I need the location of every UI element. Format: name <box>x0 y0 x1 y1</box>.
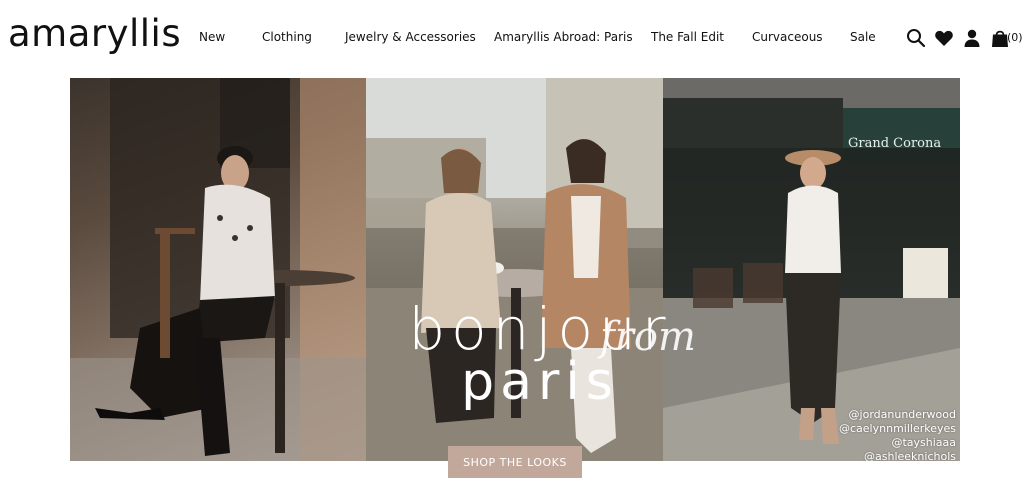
hero-credits: @jordanunderwood @caelynnmillerkeyes @ta… <box>839 408 956 461</box>
hero-photo-street-right: Grand Corona <box>663 78 960 461</box>
search-icon[interactable] <box>906 28 926 48</box>
hero-photo-cafe-left <box>70 78 366 461</box>
grand-corona-sign: Grand Corona <box>848 136 942 151</box>
credit-handle[interactable]: @jordanunderwood <box>839 408 956 422</box>
nav-item-new[interactable]: New <box>199 30 225 44</box>
nav-item-jewelry-accessories[interactable]: Jewelry & Accessories <box>345 30 476 44</box>
credit-handle[interactable]: @ashleeknichols <box>839 450 956 461</box>
credit-handle[interactable]: @caelynnmillerkeyes <box>839 422 956 436</box>
hero-banner[interactable]: Grand Corona bonjour from paris @jordanu… <box>70 78 960 461</box>
nav-item-amaryllis-abroad-paris[interactable]: Amaryllis Abroad: Paris <box>494 30 633 44</box>
nav-item-sale[interactable]: Sale <box>850 30 876 44</box>
credit-handle[interactable]: @tayshiaaa <box>839 436 956 450</box>
user-icon[interactable] <box>962 28 982 48</box>
heart-icon[interactable] <box>934 28 954 48</box>
shop-the-looks-button[interactable]: SHOP THE LOOKS <box>448 446 582 478</box>
bag-count: (0) <box>1007 31 1023 44</box>
main-nav: New Clothing Jewelry & Accessories Amary… <box>0 30 1030 48</box>
nav-item-curvaceous[interactable]: Curvaceous <box>752 30 823 44</box>
nav-item-clothing[interactable]: Clothing <box>262 30 312 44</box>
hero-photo-cafe-center <box>366 78 663 461</box>
header-icons: (0) <box>906 28 1026 48</box>
nav-item-the-fall-edit[interactable]: The Fall Edit <box>651 30 724 44</box>
site-header: amaryllis New Clothing Jewelry & Accesso… <box>0 0 1030 76</box>
